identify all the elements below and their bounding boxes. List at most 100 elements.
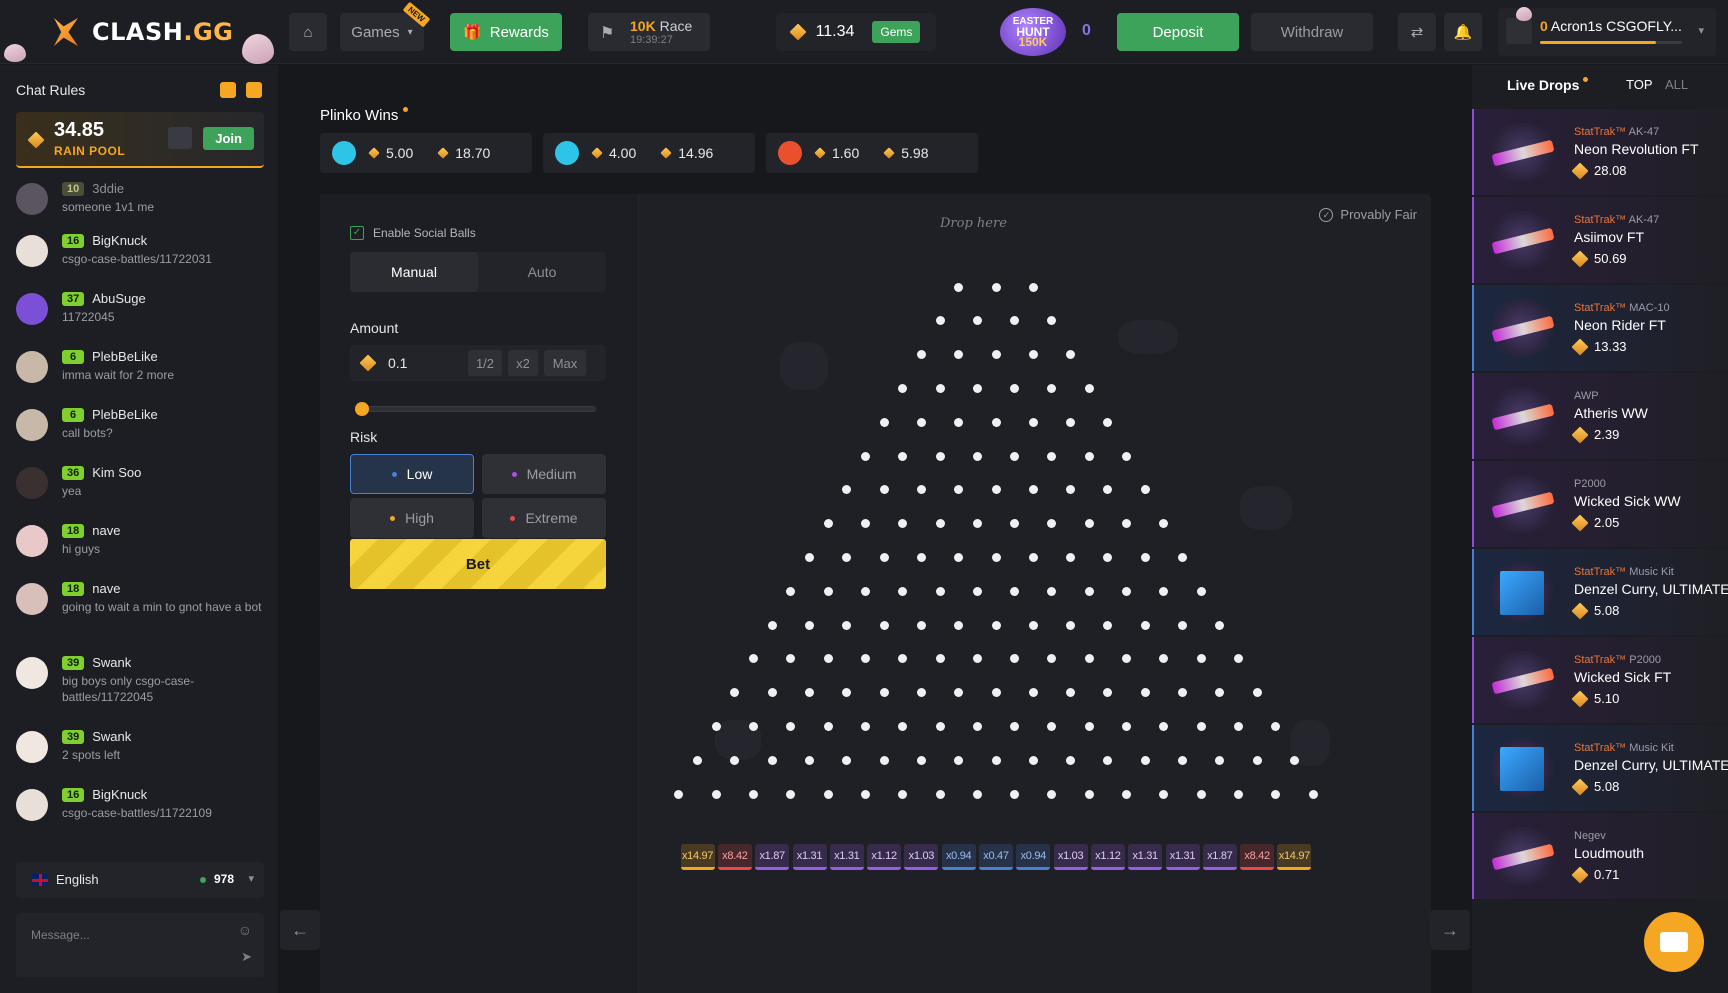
username[interactable]: 3ddie xyxy=(92,181,124,196)
username[interactable]: BigKnuck xyxy=(92,787,147,802)
bet-button[interactable]: Bet xyxy=(350,539,606,589)
avatar[interactable] xyxy=(16,583,48,615)
live-drop-item[interactable]: StatTrak™ MAC-10 Neon Rider FT 13.33 xyxy=(1472,285,1728,371)
easter-hunt-badge[interactable]: EASTER HUNT 150K xyxy=(1000,8,1066,56)
peg xyxy=(1028,282,1038,292)
avatar[interactable] xyxy=(16,183,48,215)
live-drop-item[interactable]: StatTrak™ Music Kit Denzel Curry, ULTIMAT… xyxy=(1472,725,1728,811)
username[interactable]: nave xyxy=(92,581,120,596)
peg xyxy=(1028,688,1038,698)
plinko-win-card[interactable]: 5.00 18.70 xyxy=(320,133,532,173)
discord-icon[interactable] xyxy=(246,82,262,98)
send-icon[interactable]: ➤ xyxy=(241,949,252,965)
avatar[interactable] xyxy=(16,657,48,689)
risk-low-button[interactable]: Low xyxy=(350,454,474,494)
notifications-button[interactable]: 🔔 xyxy=(1444,13,1482,51)
support-chat-button[interactable] xyxy=(1644,912,1704,972)
peg xyxy=(1233,721,1243,731)
live-drop-item[interactable]: StatTrak™ P2000 Wicked Sick FT 5.10 xyxy=(1472,637,1728,723)
avatar[interactable] xyxy=(16,467,48,499)
max-button[interactable]: Max xyxy=(544,350,586,376)
risk-medium-button[interactable]: Medium xyxy=(482,454,606,494)
peg xyxy=(1084,721,1094,731)
tab-auto[interactable]: Auto xyxy=(478,252,606,292)
risk-extreme-button[interactable]: Extreme xyxy=(482,498,606,538)
plinko-win-card[interactable]: 4.00 14.96 xyxy=(543,133,755,173)
live-drop-item[interactable]: Negev Loudmouth 0.71 xyxy=(1472,813,1728,899)
avatar[interactable] xyxy=(16,351,48,383)
username[interactable]: Kim Soo xyxy=(92,465,141,480)
bell-icon: 🔔 xyxy=(1453,24,1473,41)
live-drop-item[interactable]: StatTrak™ AK-47 Neon Revolution FT 28.08 xyxy=(1472,109,1728,195)
games-dropdown[interactable]: Games ▾ NEW xyxy=(340,1,431,51)
trophy-icon[interactable] xyxy=(168,127,192,149)
amount-input[interactable]: 0.1 1/2 x2 Max xyxy=(350,345,606,381)
provably-fair-link[interactable]: ✓ Provably Fair xyxy=(1319,207,1417,222)
peg xyxy=(1103,552,1113,562)
username[interactable]: PlebBeLike xyxy=(92,349,158,364)
avatar[interactable] xyxy=(16,525,48,557)
plinko-win-card[interactable]: 1.60 5.98 xyxy=(766,133,978,173)
live-drop-item[interactable]: P2000 Wicked Sick WW 2.05 xyxy=(1472,461,1728,547)
double-button[interactable]: x2 xyxy=(508,350,538,376)
multiplier-slot: x1.87 xyxy=(755,844,790,870)
live-drop-item[interactable]: AWP Atheris WW 2.39 xyxy=(1472,373,1728,459)
avatar[interactable] xyxy=(16,789,48,821)
item-type: P2000 xyxy=(1574,478,1606,490)
avatar[interactable] xyxy=(16,235,48,267)
balance-box: 11.34 Gems xyxy=(776,13,936,51)
username[interactable]: AbuSuge xyxy=(92,291,146,306)
brand-name: CLASH xyxy=(92,18,184,46)
deposit-button[interactable]: Deposit xyxy=(1117,13,1239,51)
race-button[interactable]: ⚑ 10K Race 19:39:27 xyxy=(588,13,710,51)
logo[interactable]: CLASH.GG xyxy=(48,14,233,50)
half-button[interactable]: 1/2 xyxy=(468,350,502,376)
coin-icon xyxy=(359,354,377,372)
avatar[interactable] xyxy=(16,409,48,441)
username[interactable]: nave xyxy=(92,523,120,538)
username[interactable]: Swank xyxy=(92,729,131,744)
risk-high-button[interactable]: High xyxy=(350,498,474,538)
twitter-icon[interactable] xyxy=(220,82,236,98)
peg xyxy=(954,552,964,562)
language-selector[interactable]: English 978 ▾ xyxy=(16,862,264,898)
risk-dot-icon xyxy=(390,515,396,521)
level-badge: 6 xyxy=(62,349,84,364)
peg xyxy=(730,688,740,698)
peg xyxy=(749,654,759,664)
mode-tabs: Manual Auto xyxy=(350,252,606,292)
withdraw-button[interactable]: Withdraw xyxy=(1251,13,1373,51)
join-rain-button[interactable]: Join xyxy=(203,127,254,150)
item-name: Asiimov FT xyxy=(1574,229,1644,245)
chat-message: 6 PlebBeLike imma wait for 2 more xyxy=(16,345,266,403)
live-drop-item[interactable]: StatTrak™ AK-47 Asiimov FT 50.69 xyxy=(1472,197,1728,283)
slider-handle[interactable] xyxy=(355,402,369,416)
emoji-icon[interactable]: ☺ xyxy=(238,922,252,938)
tab-top[interactable]: TOP xyxy=(1626,77,1653,92)
amount-slider[interactable] xyxy=(355,402,596,416)
tab-manual[interactable]: Manual xyxy=(350,252,478,292)
chat-rules-link[interactable]: Chat Rules xyxy=(16,82,85,98)
peg xyxy=(767,755,777,765)
live-drop-item[interactable]: StatTrak™ Music Kit Denzel Curry, ULTIMAT… xyxy=(1472,549,1728,635)
peg xyxy=(1066,350,1076,360)
collapse-right-button[interactable]: → xyxy=(1430,910,1470,950)
tab-all[interactable]: ALL xyxy=(1665,77,1688,92)
social-balls-checkbox[interactable]: ✓ Enable Social Balls xyxy=(350,226,476,240)
rewards-button[interactable]: 🎁 Rewards xyxy=(450,13,562,51)
collapse-left-button[interactable]: ← xyxy=(280,910,320,950)
username[interactable]: BigKnuck xyxy=(92,233,147,248)
risk-dot-icon xyxy=(391,471,397,477)
message-input[interactable]: Message... ☺ ➤ xyxy=(16,913,264,977)
gems-button[interactable]: Gems xyxy=(872,21,921,43)
risk-medium-label: Medium xyxy=(526,466,577,482)
home-button[interactable]: ⌂ xyxy=(289,13,327,51)
peg xyxy=(1196,654,1206,664)
avatar[interactable] xyxy=(16,731,48,763)
avatar[interactable] xyxy=(16,293,48,325)
username[interactable]: PlebBeLike xyxy=(92,407,158,422)
peg xyxy=(1159,654,1169,664)
item-type: AWP xyxy=(1574,390,1599,402)
swap-button[interactable]: ⇄ xyxy=(1398,13,1436,51)
username[interactable]: Swank xyxy=(92,655,131,670)
